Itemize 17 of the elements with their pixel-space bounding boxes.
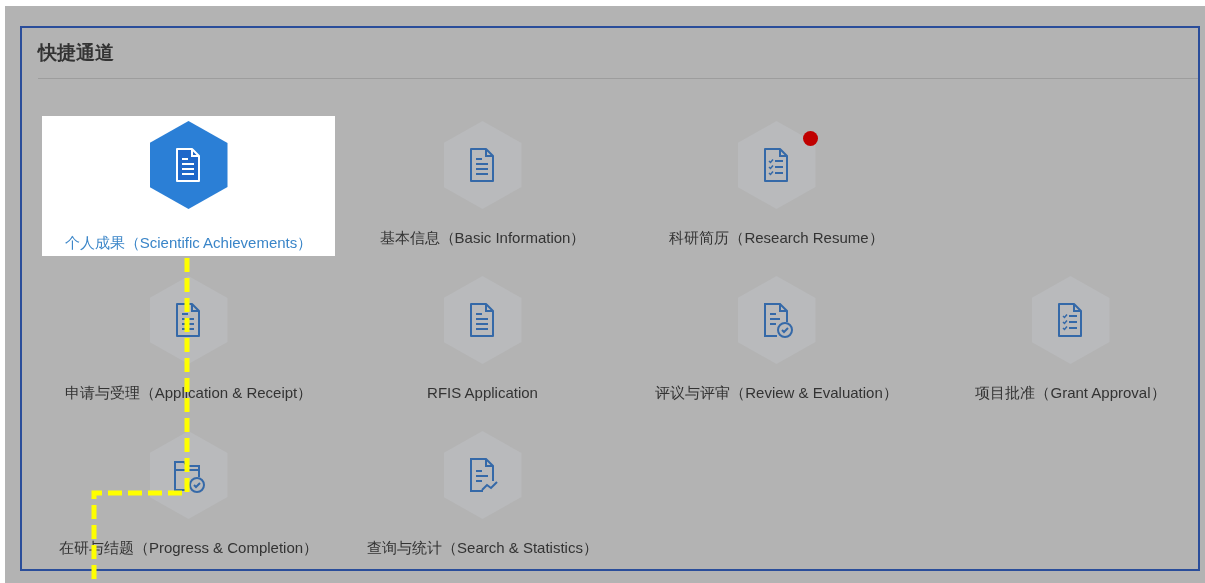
tile-label: 科研简历（Research Resume） xyxy=(669,229,884,248)
tile-label: RFIS Application xyxy=(427,384,538,401)
shortcut-tile[interactable]: 基本信息（Basic Information） xyxy=(336,116,629,256)
tile-label: 查询与统计（Search & Statistics） xyxy=(367,539,598,558)
tile-label: 基本信息（Basic Information） xyxy=(379,229,586,248)
shortcut-tile[interactable]: 项目批准（Grant Approval） xyxy=(924,271,1205,411)
shortcut-tile[interactable]: 科研简历（Research Resume） xyxy=(630,116,923,256)
shortcut-tile[interactable]: 申请与受理（Application & Receipt） xyxy=(42,271,335,411)
shortcut-tile[interactable]: 评议与评审（Review & Evaluation） xyxy=(630,271,923,411)
tile-label: 评议与评审（Review & Evaluation） xyxy=(655,384,898,403)
shortcut-tile[interactable]: RFIS Application xyxy=(336,271,629,411)
tile-label: 项目批准（Grant Approval） xyxy=(975,384,1166,403)
tile-label: 申请与受理（Application & Receipt） xyxy=(64,384,313,403)
shortcut-tile[interactable]: 查询与统计（Search & Statistics） xyxy=(336,426,629,566)
panel-title: 快捷通道 xyxy=(38,41,114,65)
tile-label: 个人成果（Scientific Achievements） xyxy=(64,234,313,253)
shortcut-tile[interactable]: 个人成果（Scientific Achievements） xyxy=(42,116,335,256)
